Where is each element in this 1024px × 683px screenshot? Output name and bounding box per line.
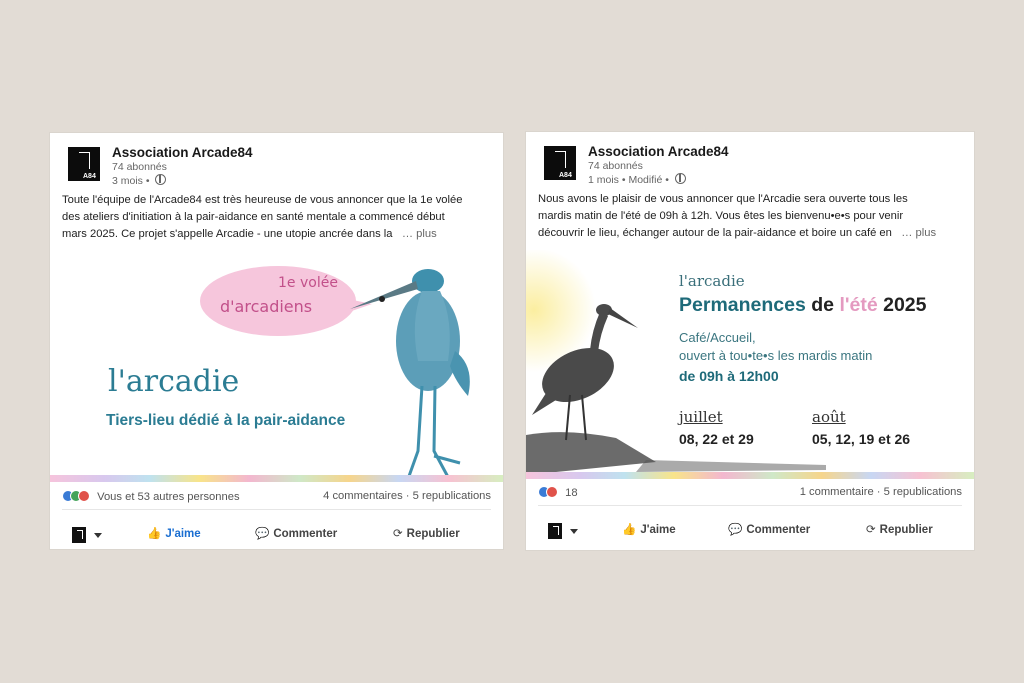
reactions-summary[interactable]: Vous et 53 autres personnes: [62, 490, 240, 503]
reactions-summary[interactable]: 18: [538, 486, 578, 499]
author-name[interactable]: Association Arcade84: [588, 144, 729, 159]
company-logo[interactable]: A84: [68, 147, 100, 181]
love-reaction-icon: [546, 486, 558, 498]
image-line-1: Café/Accueil,: [679, 330, 756, 345]
bubble-line-1: 1e volée: [278, 275, 338, 291]
company-avatar: [548, 523, 562, 539]
image-line-2: ouvert à tou•te•s les mardis matin: [679, 348, 873, 363]
action-bar: 👍 J'aime 💬 Commenter ⟳ Republier: [50, 526, 503, 549]
reactions-text: Vous et 53 autres personnes: [97, 491, 240, 503]
reactions-text: 18: [565, 487, 578, 499]
post-text-line: Nous avons le plaisir de vous annoncer q…: [538, 193, 908, 205]
image-headline: Permanences de l'été 2025: [679, 294, 927, 316]
divider: [62, 509, 491, 510]
image-hours: de 09h à 12h00: [679, 368, 779, 384]
company-logo[interactable]: A84: [544, 146, 576, 180]
post-text: Toute l'équipe de l'Arcade84 est très he…: [62, 192, 490, 243]
repost-icon: ⟳: [393, 528, 403, 540]
follower-count: 74 abonnés: [588, 160, 643, 172]
globe-icon: [155, 174, 167, 185]
post-text-line: Toute l'équipe de l'Arcade84 est très he…: [62, 194, 463, 206]
month-dates-1: 08, 22 et 29: [679, 431, 754, 447]
chevron-down-icon: [94, 533, 102, 538]
post-image[interactable]: l'arcadie Permanences de l'été 2025 Café…: [526, 250, 974, 480]
love-reaction-icon: [78, 490, 90, 502]
engagement-stats[interactable]: 1 commentaire · 5 republications: [800, 486, 962, 498]
post-text-line: mardis matin de l'été de 09h à 12h. Vous…: [538, 210, 904, 222]
modified-label: Modifié: [628, 174, 663, 186]
see-more-link[interactable]: … plus: [402, 228, 437, 240]
divider: [538, 505, 962, 506]
comment-button[interactable]: 💬 Commenter: [728, 522, 810, 536]
month-label-2: août: [812, 408, 846, 426]
globe-icon: [674, 173, 686, 184]
company-avatar: [72, 527, 86, 543]
comment-button[interactable]: 💬 Commenter: [255, 526, 337, 540]
action-bar: 👍 J'aime 💬 Commenter ⟳ Republier: [526, 522, 974, 546]
thumbs-up-icon: 👍: [147, 528, 162, 540]
post-meta: 1 mois • Modifié •: [588, 173, 686, 186]
post-card-1: A84 Association Arcade84 74 abonnés 3 mo…: [50, 133, 503, 549]
post-age: 1 mois: [588, 174, 619, 186]
color-stripe: [526, 472, 974, 479]
engagement-stats[interactable]: 4 commentaires · 5 republications: [323, 490, 491, 502]
post-image[interactable]: 1e volée d'arcadiens l'arcadie Tiers-lie…: [50, 251, 503, 487]
post-text-line: mars 2025. Ce projet s'appelle Arcadie -…: [62, 228, 437, 240]
comment-icon: 💬: [255, 528, 270, 540]
month-dates-2: 05, 12, 19 et 26: [812, 431, 911, 447]
like-button[interactable]: 👍 J'aime: [147, 526, 201, 540]
repost-button[interactable]: ⟳ Republier: [393, 526, 460, 540]
month-label-1: juillet: [679, 408, 723, 426]
comment-icon: 💬: [728, 524, 743, 536]
post-age: 3 mois: [112, 175, 143, 187]
post-text-line: découvrir le lieu, échanger autour de la…: [538, 227, 937, 239]
image-title: l'arcadie: [108, 364, 240, 399]
image-small-title: l'arcadie: [679, 272, 745, 290]
actor-selector[interactable]: [72, 526, 102, 546]
post-text-line: des ateliers d'initiation à la pair-aida…: [62, 211, 445, 223]
chevron-down-icon: [570, 529, 578, 534]
image-subtitle: Tiers-lieu dédié à la pair-aidance: [106, 412, 346, 429]
post-meta: 3 mois •: [112, 174, 167, 187]
actor-selector[interactable]: [548, 522, 578, 542]
like-button[interactable]: 👍 J'aime: [622, 522, 676, 536]
color-stripe: [50, 475, 503, 482]
repost-icon: ⟳: [866, 524, 876, 536]
post-text: Nous avons le plaisir de vous annoncer q…: [538, 191, 966, 242]
follower-count: 74 abonnés: [112, 161, 167, 173]
see-more-link[interactable]: … plus: [901, 227, 936, 239]
author-name[interactable]: Association Arcade84: [112, 145, 253, 160]
bubble-line-2: d'arcadiens: [220, 297, 313, 316]
post-card-2: A84 Association Arcade84 74 abonnés 1 mo…: [526, 132, 974, 550]
repost-button[interactable]: ⟳ Republier: [866, 522, 933, 536]
thumbs-up-icon: 👍: [622, 524, 637, 536]
